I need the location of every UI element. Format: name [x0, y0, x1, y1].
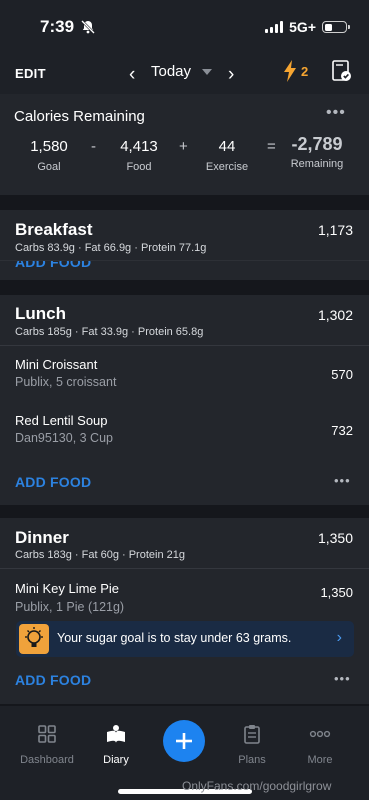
meal-macros: Carbs 185g · Fat 33.9g · Protein 65.8g: [15, 326, 204, 338]
more-icon: [309, 730, 331, 738]
minus-operator: -: [91, 138, 96, 155]
chevron-right-icon[interactable]: ›: [337, 629, 342, 647]
lightning-icon: [284, 60, 296, 82]
caret-down-icon[interactable]: [202, 69, 212, 75]
food-desc: Dan95130, 3 Cup: [15, 431, 113, 445]
more-options-icon[interactable]: •••: [334, 473, 351, 488]
more-options-icon[interactable]: •••: [326, 104, 346, 122]
tab-plans[interactable]: Plans: [217, 724, 287, 766]
plans-icon: [244, 725, 260, 744]
divider: [0, 260, 369, 261]
tab-diary[interactable]: Diary: [81, 724, 151, 766]
add-entry-button[interactable]: [163, 720, 205, 762]
tip-text: Your sugar goal is to stay under 63 gram…: [57, 631, 292, 645]
dinner-section: Dinner 1,350 Carbs 183g · Fat 60g · Prot…: [0, 518, 369, 704]
streak-button[interactable]: 2: [283, 60, 308, 82]
diary-header: EDIT ‹ Today › 2: [0, 54, 369, 94]
meal-title: Dinner: [15, 528, 69, 547]
diary-icon: [107, 725, 125, 743]
food-calories: 570: [331, 367, 353, 382]
streak-count: 2: [301, 63, 309, 79]
add-food-button[interactable]: ADD FOOD: [15, 260, 91, 270]
lightbulb-icon: [19, 624, 49, 654]
add-food-button[interactable]: ADD FOOD: [15, 474, 91, 490]
calories-remaining-card[interactable]: Calories Remaining ••• 1,580 Goal - 4,41…: [0, 94, 369, 195]
divider: [0, 345, 369, 346]
meal-macros: Carbs 183g · Fat 60g · Protein 21g: [15, 549, 185, 561]
edit-button[interactable]: EDIT: [15, 66, 46, 81]
dashboard-icon: [38, 725, 56, 743]
tab-label: Plans: [238, 754, 266, 766]
tab-label: Diary: [103, 754, 129, 766]
lunch-section: Lunch 1,302 Carbs 185g · Fat 33.9g · Pro…: [0, 295, 369, 505]
meal-calories: 1,173: [317, 222, 353, 238]
tab-more[interactable]: More: [285, 724, 355, 766]
network-label: 5G+: [289, 19, 316, 35]
tab-label: More: [307, 754, 333, 766]
food-calories: 732: [331, 423, 353, 438]
breakfast-section: Breakfast 1,173 Carbs 83.9g · Fat 66.9g …: [0, 210, 369, 280]
exercise-stat: 44 Exercise: [205, 138, 249, 173]
meal-calories: 1,350: [317, 530, 353, 546]
food-desc: Publix, 5 croissant: [15, 375, 117, 389]
status-time: 7:39: [40, 17, 75, 36]
remaining-stat: -2,789 Remaining: [290, 134, 344, 170]
tab-dashboard[interactable]: Dashboard: [12, 724, 82, 766]
food-name: Mini Key Lime Pie: [15, 581, 120, 596]
calories-title: Calories Remaining: [14, 108, 145, 125]
food-calories: 1,350: [320, 585, 353, 600]
equals-operator: =: [267, 138, 276, 155]
diary-checklist-icon[interactable]: [332, 60, 352, 82]
plus-icon: [176, 733, 192, 749]
meal-macros: Carbs 83.9g · Fat 66.9g · Protein 77.1g: [15, 242, 207, 254]
more-options-icon[interactable]: •••: [334, 671, 351, 686]
signal-icon: [265, 21, 284, 33]
battery-icon: [322, 21, 350, 33]
food-name: Mini Croissant: [15, 357, 98, 372]
date-selector[interactable]: Today: [151, 63, 191, 80]
sugar-goal-tip[interactable]: Your sugar goal is to stay under 63 gram…: [16, 621, 354, 657]
watermark-text: OnlyFans.com/goodgirlgrow: [182, 779, 332, 793]
meal-title: Breakfast: [15, 220, 93, 239]
tab-label: Dashboard: [20, 754, 74, 766]
chevron-right-icon[interactable]: ›: [228, 64, 234, 86]
bell-muted-icon: [81, 20, 95, 34]
status-bar: 7:39 5G+: [0, 0, 369, 54]
meal-calories: 1,302: [317, 307, 353, 323]
food-desc: Publix, 1 Pie (121g): [15, 600, 125, 614]
chevron-left-icon[interactable]: ‹: [129, 64, 135, 86]
food-stat: 4,413 Food: [120, 138, 158, 173]
plus-operator: +: [179, 138, 188, 155]
divider: [0, 568, 369, 569]
meal-title: Lunch: [15, 304, 66, 323]
food-name: Red Lentil Soup: [15, 413, 108, 428]
add-food-button[interactable]: ADD FOOD: [15, 672, 91, 688]
goal-stat: 1,580 Goal: [30, 138, 68, 173]
